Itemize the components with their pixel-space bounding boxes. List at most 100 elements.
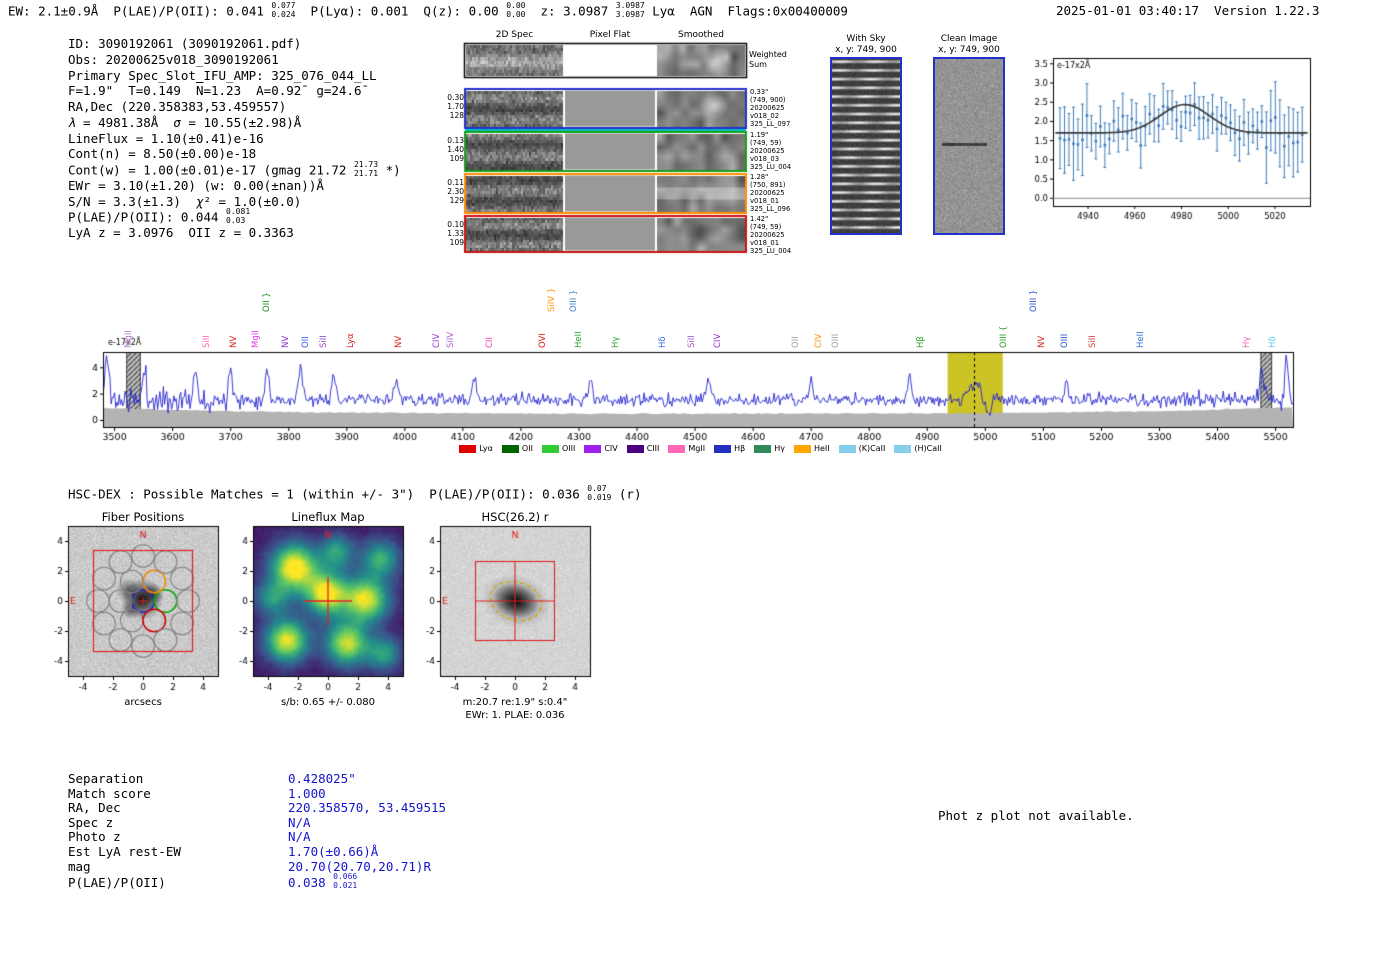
emission-line-label: OII	[791, 336, 801, 348]
text-segment: =1.23 A=0.92̄ g=24.6̄	[203, 83, 361, 98]
match-table-label: Match score	[68, 787, 288, 802]
weighted-label-line2: Sum	[749, 60, 787, 70]
emission-line-label: HeII	[574, 331, 584, 348]
legend-label: CIII	[647, 444, 660, 453]
fiber-row-weights: 0.101.33109	[418, 220, 464, 248]
fiber-row-annotation: 1.28"(750, 891)20200625v018_01325_LL_096	[750, 174, 790, 214]
text-segment: N/A	[288, 829, 311, 844]
weight-value: 0.30	[418, 93, 464, 102]
text-segment: EW: 2.1±0.9Å P(LAE)/P(OII): 0.041	[8, 3, 271, 18]
emission-line-label: OIII	[1060, 334, 1070, 348]
match-table-label: mag	[68, 860, 288, 875]
italic-symbol: λ	[68, 115, 76, 130]
italic-symbol: σ	[173, 115, 181, 130]
legend-label: (K)CaII	[859, 444, 886, 453]
match-table-row: Photo zN/A	[68, 830, 446, 845]
emission-line-label: CIV	[713, 334, 723, 348]
weighted-label-line1: Weighted	[749, 50, 787, 60]
text-segment: Cont(n) = 8.50(±0.00)e-18	[68, 146, 256, 161]
emission-line-label: Hγ	[611, 337, 621, 348]
emission-line-label: SiIV }	[547, 288, 557, 312]
info-line: Cont(n) = 8.50(±0.00)e-18	[68, 146, 401, 162]
legend-label: Hβ	[734, 444, 745, 453]
legend-item: (K)CaII	[839, 444, 886, 453]
match-table-value: 220.358570, 53.459515	[288, 800, 446, 815]
legend-swatch	[542, 445, 559, 453]
frac-bottom: 0.021	[333, 882, 357, 891]
text-segment: P(LAE)/P(OII): 0.044	[68, 210, 226, 225]
match-table-label: Photo z	[68, 830, 288, 845]
with-sky-title: With Sky	[820, 34, 912, 44]
emission-line-label: SiIV	[446, 332, 456, 348]
weight-value: 109	[418, 238, 464, 247]
legend-swatch	[714, 445, 731, 453]
match-table-value: 1.000	[288, 786, 326, 801]
fiber-row-weights: 0.131.40109	[418, 136, 464, 164]
legend-item: OIII	[542, 444, 575, 453]
text-segment: LineFlux = 1.10(±0.41)e-16	[68, 131, 264, 146]
match-table-row: Est LyA rest-EW1.70(±0.66)Å	[68, 845, 446, 860]
clean-image	[933, 57, 1005, 235]
stacked-fraction: 0.070.019	[587, 485, 611, 503]
info-line: λ = 4981.38Å σ = 10.55(±2.98)Å	[68, 115, 401, 131]
text-segment: = 10.55(±2.98)Å	[181, 115, 301, 130]
text-segment: 20.70(20.70,20.71)R	[288, 859, 431, 874]
legend-swatch	[668, 445, 685, 453]
stacked-fraction: 0.0810.03	[226, 208, 250, 226]
weight-value: 109	[418, 154, 464, 163]
match-table-row: mag20.70(20.70,20.71)R	[68, 860, 446, 875]
legend-swatch	[584, 445, 601, 453]
text-segment: LyA z = 3.0976 OII z = 0.3363	[68, 225, 294, 240]
match-table-label: Est LyA rest-EW	[68, 845, 288, 860]
emission-line-label: Hγ	[1242, 337, 1252, 348]
fiber-row-weights: 0.301.70128	[418, 93, 464, 121]
emission-line-label: MgII	[124, 330, 134, 348]
hsc-cutout-plot	[408, 522, 598, 700]
weighted-sum-label: Weighted Sum	[749, 50, 787, 69]
hsc-caption-1: m:20.7 re:1.9" s:0.4"	[440, 697, 590, 708]
legend-item: HeII	[794, 444, 830, 453]
weight-value: 1.70	[418, 102, 464, 111]
lineflux-caption: s/b: 0.65 +/- 0.080	[253, 697, 403, 708]
info-line: EWr = 3.10(±1.20) (w: 0.00(±nan))Å	[68, 178, 401, 194]
match-table-row: Match score1.000	[68, 787, 446, 802]
text-segment: = 4981.38Å	[76, 115, 174, 130]
info-line: LyA z = 3.0976 OII z = 0.3363	[68, 225, 401, 241]
detection-info-block: ID: 3090192061 (3090192061.pdf)Obs: 2020…	[68, 36, 401, 241]
legend-item: CIII	[627, 444, 660, 453]
weight-value: 2.30	[418, 187, 464, 196]
emission-line-label: MgII	[251, 330, 261, 348]
legend-swatch	[839, 445, 856, 453]
annotation-line: 325_LU_004	[750, 248, 791, 256]
legend-label: CIV	[604, 444, 617, 453]
match-table-label: Spec z	[68, 816, 288, 831]
weight-value: 1.40	[418, 145, 464, 154]
fiber-xlabel: arcsecs	[68, 697, 218, 708]
emission-line-label: OIII }	[1029, 290, 1039, 312]
legend-item: (H)CaII	[894, 444, 941, 453]
text-segment: Primary Spec_Slot_IFU_AMP: 325_076_044_L…	[68, 68, 377, 83]
text-segment: F=1.9" T=0.149	[68, 83, 196, 98]
text-segment: P(Lyα): 0.001 Q(z): 0.00	[296, 3, 507, 18]
frac-bottom: 0.024	[271, 11, 295, 20]
text-segment: 0.038	[288, 875, 333, 890]
annotation-line: 325_LL_096	[750, 206, 790, 214]
text-segment: 220.358570, 53.459515	[288, 800, 446, 815]
text-segment: Cont(w) = 1.00(±0.01)e-17 (gmag 21.72	[68, 162, 354, 177]
emission-line-label: HeII	[1136, 331, 1146, 348]
weight-value: 1.33	[418, 229, 464, 238]
emission-line-label: NV	[1037, 336, 1047, 348]
legend-swatch	[502, 445, 519, 453]
match-table-value: N/A	[288, 829, 311, 844]
text-segment: ID: 3090192061 (3090192061.pdf)	[68, 36, 301, 51]
frac-bottom: 3.0987	[616, 11, 645, 20]
weight-value: 0.10	[418, 220, 464, 229]
match-table-value: 1.70(±0.66)Å	[288, 844, 378, 859]
text-segment: RA,Dec (220.358383,53.459557)	[68, 99, 286, 114]
info-line: LineFlux = 1.10(±0.41)e-16	[68, 131, 401, 147]
match-table-value: 0.038 0.0660.021	[288, 875, 357, 890]
info-line: ID: 3090192061 (3090192061.pdf)	[68, 36, 401, 52]
catalog-match-table: Separation0.428025"Match score1.000RA, D…	[68, 772, 446, 889]
legend-label: Lyα	[479, 444, 493, 453]
text-segment: z: 3.0987	[525, 3, 615, 18]
